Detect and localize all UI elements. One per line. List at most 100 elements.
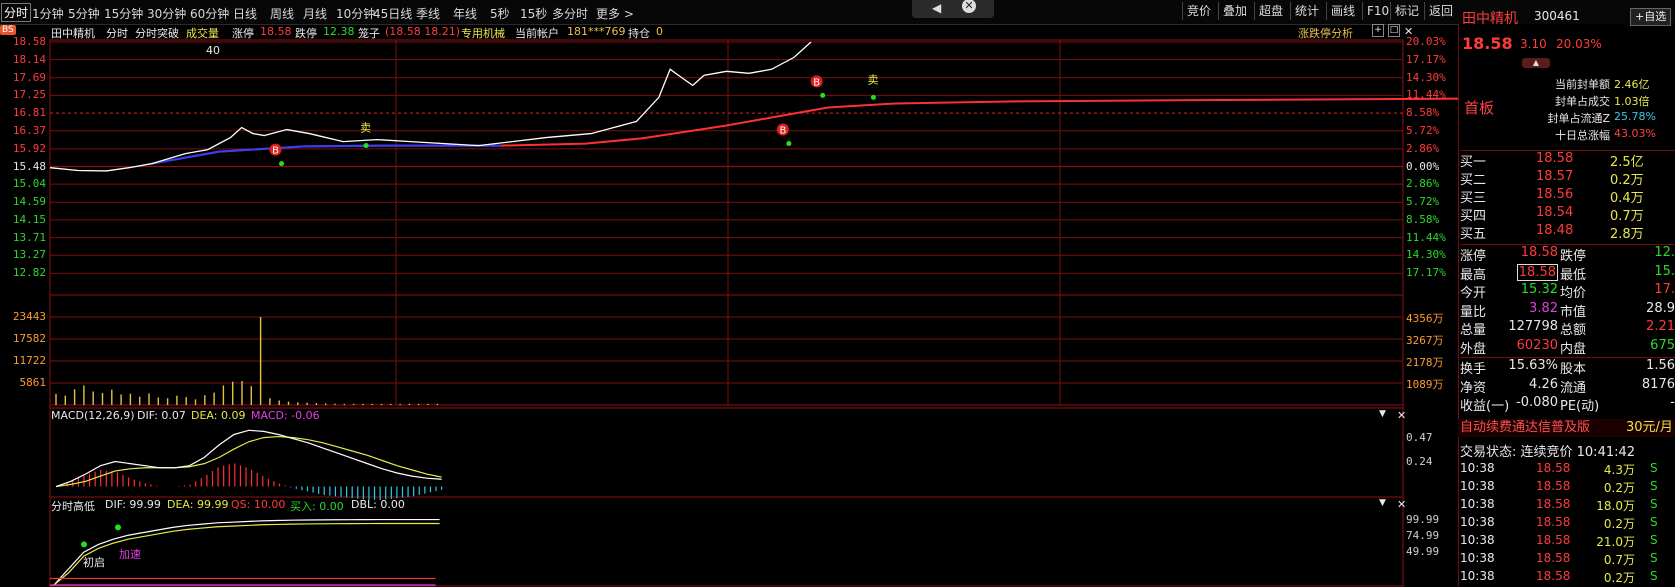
speaker-icon[interactable]: ◀	[932, 1, 941, 15]
period-tab-1[interactable]: 1分钟	[32, 5, 64, 22]
bid-price[interactable]: 18.57	[1536, 169, 1573, 184]
pct-axis-tick: 2.86%	[1406, 177, 1440, 191]
period-tab-11[interactable]: 季线	[416, 5, 440, 22]
tool-button-5[interactable]: F10	[1362, 2, 1393, 20]
avg-price-line-low	[151, 144, 501, 165]
zoom-icon[interactable]: +	[1372, 24, 1384, 37]
sell-marker[interactable]: 卖	[360, 122, 371, 135]
tool-button-4[interactable]: 画线	[1326, 2, 1359, 20]
seal-value: 25.78%	[1614, 110, 1656, 123]
tool-button-0[interactable]: 竞价	[1182, 2, 1215, 20]
volume-axis-tick-right: 4356万	[1406, 311, 1444, 325]
bid-price[interactable]: 18.58	[1536, 151, 1573, 166]
period-tab-4[interactable]: 30分钟	[147, 5, 186, 22]
tick-time: 10:38	[1460, 515, 1495, 529]
period-tab-14[interactable]: 15秒	[520, 5, 547, 22]
period-tab-9[interactable]: 10分钟	[336, 5, 375, 22]
sell-marker[interactable]: 卖	[867, 73, 878, 86]
period-tab-13[interactable]: 5秒	[490, 5, 510, 22]
bid-label: 买五	[1460, 227, 1487, 242]
ad-banner[interactable]: 自动续费通达信普及版 30元/月	[1458, 419, 1675, 437]
price-axis-tick: 13.27	[12, 248, 46, 262]
tool-button-2[interactable]: 超盘	[1254, 2, 1287, 20]
mode-label: 分时	[106, 27, 128, 40]
volume-axis-tick: 23443	[12, 309, 46, 323]
pct-axis-tick: 17.17%	[1406, 52, 1446, 66]
hilo-header: 分时高低 DIF: 99.99 DEA: 99.99 QS: 10.00 买入:…	[51, 498, 1451, 569]
tool-button-6[interactable]: 标记	[1390, 2, 1423, 20]
stat-value: 15.	[1654, 263, 1675, 279]
volume-axis-tick: 11722	[12, 353, 46, 367]
macd-dropdown-icon[interactable]: ▼	[1379, 409, 1386, 419]
period-tab-6[interactable]: 日线	[233, 5, 257, 22]
volume-axis-tick-right: 1089万	[1406, 377, 1444, 391]
stats-row: 今开 15.32 均价 17.	[1460, 282, 1675, 301]
tick-price: 18.58	[1536, 479, 1571, 493]
price-axis-tick: 15.92	[12, 141, 46, 155]
close-icon[interactable]: ✕	[962, 0, 976, 13]
bid-price[interactable]: 18.54	[1536, 205, 1573, 220]
tool-button-3[interactable]: 统计	[1290, 2, 1323, 20]
limit-analysis-link[interactable]: 涨跌停分析	[1298, 25, 1353, 41]
ad-text[interactable]: 自动续费通达信普及版	[1460, 419, 1590, 437]
buy-marker-label: B	[813, 77, 820, 88]
period-tab-3[interactable]: 15分钟	[104, 5, 143, 22]
avg-price-line	[151, 97, 1458, 165]
price-axis-tick: 18.14	[12, 52, 46, 66]
stat-value: 60230	[1516, 337, 1558, 353]
tick-time: 10:38	[1460, 569, 1495, 583]
seal-label: 十日总涨幅	[1555, 129, 1610, 142]
add-watchlist-button[interactable]: +自选	[1630, 8, 1672, 26]
sector-label[interactable]: 专用机械	[461, 25, 505, 41]
volume-label[interactable]: 成交量	[186, 25, 219, 41]
bid-price[interactable]: 18.48	[1536, 223, 1573, 238]
tick-side: S	[1650, 461, 1658, 475]
stats-row: 涨停 18.58 跌停 12.	[1460, 245, 1675, 264]
period-tab-5[interactable]: 60分钟	[190, 5, 229, 22]
macd-close-icon[interactable]: ✕	[1397, 409, 1406, 422]
hilo-dbl: DBL: 0.00	[351, 498, 405, 511]
bid-row: 买二 18.57 0.2万	[1460, 169, 1675, 188]
bid-row: 买五 18.48 2.8万	[1460, 223, 1675, 242]
period-toolbar: 分时 1分钟 5分钟 15分钟 30分钟 60分钟 日线 周线 月线 10分钟 45日线 季线 年线 5秒…	[0, 0, 1675, 25]
period-tab-7[interactable]: 周线	[270, 5, 294, 22]
hilo-name[interactable]: 分时高低	[51, 498, 95, 514]
period-tab-12[interactable]: 年线	[453, 5, 477, 22]
ad-price[interactable]: 30元/月	[1626, 419, 1673, 437]
stats-row: 外盘 60230 内盘 675	[1460, 338, 1675, 357]
tick-volume: 4.3万	[1603, 463, 1635, 477]
cage-value: (18.58 18.21)	[385, 25, 461, 38]
hilo-dropdown-icon[interactable]: ▼	[1379, 498, 1386, 508]
limit-up-label: 涨停	[232, 27, 254, 40]
period-tab-2[interactable]: 5分钟	[68, 5, 100, 22]
stat-label: 量比	[1460, 304, 1487, 320]
bid-price[interactable]: 18.56	[1536, 187, 1573, 202]
price-axis-tick: 13.71	[12, 230, 46, 244]
pct-axis-tick: 8.58%	[1406, 212, 1440, 226]
expand-icon[interactable]: □	[1388, 24, 1400, 37]
collapse-icon[interactable]: ▲	[1522, 58, 1550, 68]
period-tab-16[interactable]: 更多 >	[596, 5, 634, 22]
playback-controls[interactable]: ◀ ✕	[912, 0, 994, 18]
macd-params[interactable]: MACD(12,26,9)	[51, 409, 135, 422]
tool-button-1[interactable]: 叠加	[1218, 2, 1251, 20]
bid-label: 买三	[1460, 191, 1487, 206]
bid-row: 买三 18.56 0.4万	[1460, 187, 1675, 206]
stat-value: 1.56	[1646, 358, 1675, 373]
bid-volume: 2.5亿	[1610, 155, 1644, 170]
tool-button-7[interactable]: 返回	[1424, 2, 1457, 20]
strategy-label[interactable]: 分时突破	[135, 25, 179, 41]
limit-up-value: 18.58	[260, 25, 292, 38]
period-tab-8[interactable]: 月线	[303, 5, 327, 22]
hilo-close-icon[interactable]: ✕	[1397, 498, 1406, 511]
tick-volume: 0.7万	[1603, 553, 1635, 567]
period-tab-0[interactable]: 分时	[0, 3, 32, 22]
stat-value: 3.82	[1529, 300, 1558, 316]
period-tab-10[interactable]: 45日线	[373, 5, 412, 22]
bs-tag[interactable]: BS	[0, 25, 16, 35]
price-axis-tick: 17.25	[12, 88, 46, 102]
stat-value: 2.21	[1646, 319, 1675, 334]
period-tab-15[interactable]: 多分时	[552, 5, 588, 22]
stat-value: 15.32	[1520, 282, 1558, 297]
stat-label: 净资	[1460, 380, 1487, 396]
